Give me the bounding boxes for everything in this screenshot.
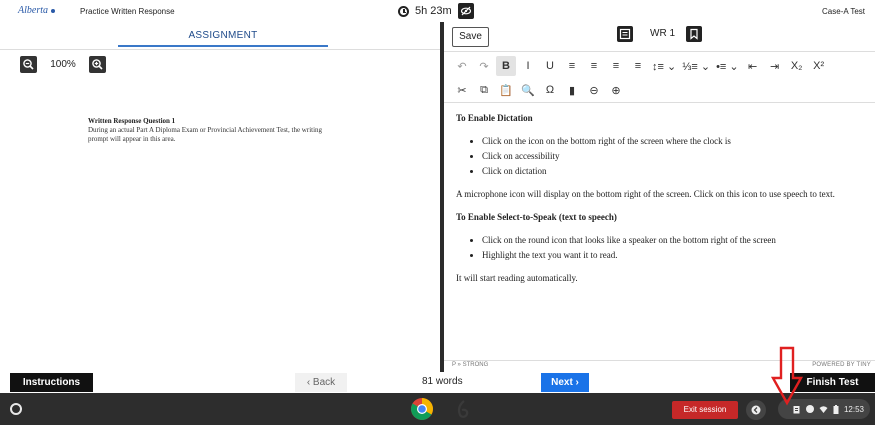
- app-shortcut-icon[interactable]: [453, 399, 473, 419]
- outdent-button[interactable]: ⇤: [743, 56, 763, 76]
- chrome-icon[interactable]: [410, 397, 434, 421]
- zoom-level: 100%: [50, 59, 76, 70]
- list-item: Click on dictation: [482, 165, 868, 178]
- dictation-steps: Click on the icon on the bottom right of…: [456, 135, 868, 178]
- list-item: Click on the round icon that looks like …: [482, 234, 868, 247]
- next-button[interactable]: Next ›: [541, 373, 589, 392]
- zoom-in-editor-button[interactable]: ⊕: [606, 80, 626, 100]
- time-remaining: 5h 23m: [415, 5, 452, 17]
- timer: 5h 23m: [398, 3, 474, 19]
- editor-content[interactable]: To Enable Dictation Click on the icon on…: [456, 112, 868, 295]
- bookmark-icon[interactable]: [686, 26, 702, 42]
- info-icon: [805, 405, 814, 413]
- special-char-button[interactable]: Ω: [540, 80, 560, 100]
- line-height-button[interactable]: ↕≡ ⌄: [650, 56, 678, 76]
- justify-button[interactable]: ≡: [628, 56, 648, 76]
- toolbar-bottom-divider: [444, 102, 875, 103]
- status-divider: [444, 360, 875, 361]
- align-right-button[interactable]: ≡: [606, 56, 626, 76]
- back-button[interactable]: ‹ Back: [295, 373, 347, 392]
- speak-steps: Click on the round icon that looks like …: [456, 234, 868, 262]
- list-item: Highlight the text you want it to read.: [482, 249, 868, 262]
- paragraph-auto-read: It will start reading automatically.: [456, 273, 578, 283]
- clock-icon: [398, 5, 409, 17]
- response-list-icon[interactable]: [617, 26, 633, 42]
- assignment-pane: ASSIGNMENT 100% Written Response Questio…: [0, 22, 440, 372]
- find-button[interactable]: 🔍: [518, 80, 538, 100]
- test-name: Case-A Test: [822, 7, 865, 16]
- italic-button[interactable]: I: [518, 56, 538, 76]
- superscript-button[interactable]: X²: [809, 56, 829, 76]
- align-left-button[interactable]: ≡: [562, 56, 582, 76]
- paste-button[interactable]: 📋: [496, 80, 516, 100]
- powered-by: POWERED BY TINY: [812, 362, 871, 368]
- word-count: 81 words: [422, 376, 463, 387]
- subscript-button[interactable]: X₂: [787, 56, 807, 76]
- save-button[interactable]: Save: [452, 27, 489, 47]
- bold-button[interactable]: B: [496, 56, 516, 76]
- tab-divider: [0, 49, 440, 50]
- bullet-list-button[interactable]: •≡ ⌄: [714, 56, 741, 76]
- annotation-arrow: [770, 346, 804, 406]
- app-title: Practice Written Response: [80, 7, 175, 16]
- tools-toolbar: ✂ ⧉ 📋 🔍 Ω ▮ ⊖ ⊕: [452, 79, 628, 101]
- cut-button[interactable]: ✂: [452, 80, 472, 100]
- numbered-list-button[interactable]: ⅓≡ ⌄: [680, 56, 712, 76]
- align-center-button[interactable]: ≡: [584, 56, 604, 76]
- battery-icon: [833, 404, 839, 414]
- heading-select-to-speak: To Enable Select-to-Speak (text to speec…: [456, 212, 617, 222]
- alberta-logo: Alberta: [18, 5, 55, 16]
- top-bar: Alberta Practice Written Response 5h 23m…: [0, 0, 875, 22]
- list-item: Click on accessibility: [482, 150, 868, 163]
- zoom-in-icon: [92, 59, 103, 70]
- zoom-out-editor-button[interactable]: ⊖: [584, 80, 604, 100]
- editor-pane: Save WR 1 ↶ ↷ B I U ≡ ≡ ≡ ≡ ↕≡ ⌄ ⅓≡ ⌄ •≡ ⌄ ⇤ ⇥ X₂ X² ✂ ⧉…: [444, 22, 875, 372]
- instructions-button[interactable]: Instructions: [10, 373, 93, 392]
- heading-dictation: To Enable Dictation: [456, 113, 533, 123]
- list-item: Click on the icon on the bottom right of…: [482, 135, 868, 148]
- toolbar-divider: [444, 51, 875, 52]
- response-label: WR 1: [650, 28, 675, 39]
- zoom-out-icon: [23, 59, 34, 70]
- formatting-toolbar: ↶ ↷ B I U ≡ ≡ ≡ ≡ ↕≡ ⌄ ⅓≡ ⌄ •≡ ⌄ ⇤ ⇥ X₂ X²: [452, 55, 831, 77]
- zoom-in-button[interactable]: [89, 56, 106, 73]
- element-path: P » STRONG: [452, 362, 489, 368]
- system-clock: 12:53: [843, 404, 864, 414]
- wifi-icon: [819, 405, 828, 413]
- prompt-title: Written Response Question 1: [88, 117, 176, 125]
- os-shelf: Exit session 12:53: [0, 393, 875, 425]
- indent-button[interactable]: ⇥: [765, 56, 785, 76]
- copy-button[interactable]: ⧉: [474, 80, 494, 100]
- redo-button[interactable]: ↷: [474, 56, 494, 76]
- paragraph-microphone: A microphone icon will display on the bo…: [456, 189, 835, 199]
- launcher-icon[interactable]: [10, 403, 22, 415]
- undo-button[interactable]: ↶: [452, 56, 472, 76]
- prompt-text: During an actual Part A Diploma Exam or …: [88, 126, 323, 143]
- tab-assignment[interactable]: ASSIGNMENT: [118, 25, 328, 47]
- zoom-out-button[interactable]: [20, 56, 37, 73]
- exit-session-button[interactable]: Exit session: [672, 401, 738, 419]
- bottom-nav: Instructions ‹ Back 81 words Next › Fini…: [0, 372, 875, 393]
- underline-button[interactable]: U: [540, 56, 560, 76]
- hide-timer-icon[interactable]: [457, 3, 474, 19]
- spellcheck-button[interactable]: ▮: [562, 80, 582, 100]
- back-arrow-icon[interactable]: [746, 400, 766, 420]
